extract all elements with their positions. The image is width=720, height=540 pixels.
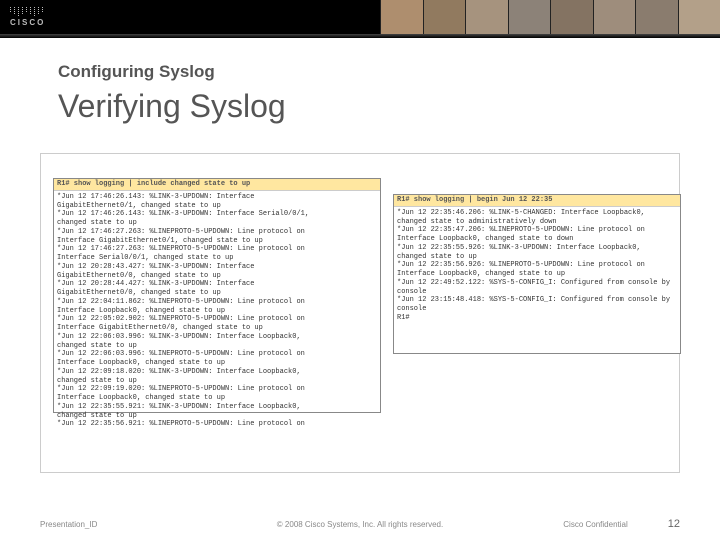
photo-thumb <box>635 0 678 34</box>
terminal-left: R1# show logging | include changed state… <box>53 178 381 413</box>
footer-copyright: © 2008 Cisco Systems, Inc. All rights re… <box>277 520 443 529</box>
photo-thumb <box>550 0 593 34</box>
photo-thumb <box>423 0 466 34</box>
footer: Presentation_ID © 2008 Cisco Systems, In… <box>0 518 720 530</box>
page-number: 12 <box>668 518 680 530</box>
heading-block: Configuring Syslog Verifying Syslog <box>0 38 720 135</box>
photo-strip <box>380 0 720 34</box>
slide-subtitle: Configuring Syslog <box>58 62 720 82</box>
photo-thumb <box>380 0 423 34</box>
cisco-logo: CISCO <box>10 7 45 27</box>
photo-thumb <box>508 0 551 34</box>
logo-text: CISCO <box>10 18 45 27</box>
footer-confidential: Cisco Confidential <box>563 520 627 529</box>
footer-left: Presentation_ID <box>40 520 97 529</box>
photo-thumb <box>593 0 636 34</box>
terminal-left-command: R1# show logging | include changed state… <box>54 179 380 191</box>
logo-bars-icon <box>10 7 45 17</box>
photo-thumb <box>678 0 720 34</box>
terminal-right: R1# show logging | begin Jun 12 22:35 *J… <box>393 194 681 354</box>
terminal-right-output: *Jun 12 22:35:46.206: %LINK-5-CHANGED: I… <box>394 207 680 325</box>
content-frame: R1# show logging | include changed state… <box>40 153 680 473</box>
terminal-left-output: *Jun 12 17:46:26.143: %LINK-3-UPDOWN: In… <box>54 191 380 431</box>
photo-thumb <box>465 0 508 34</box>
terminal-right-command: R1# show logging | begin Jun 12 22:35 <box>394 195 680 207</box>
top-bar: CISCO <box>0 0 720 34</box>
slide-title: Verifying Syslog <box>58 88 720 125</box>
slide: CISCO Configuring Syslog Verifying Syslo… <box>0 0 720 540</box>
